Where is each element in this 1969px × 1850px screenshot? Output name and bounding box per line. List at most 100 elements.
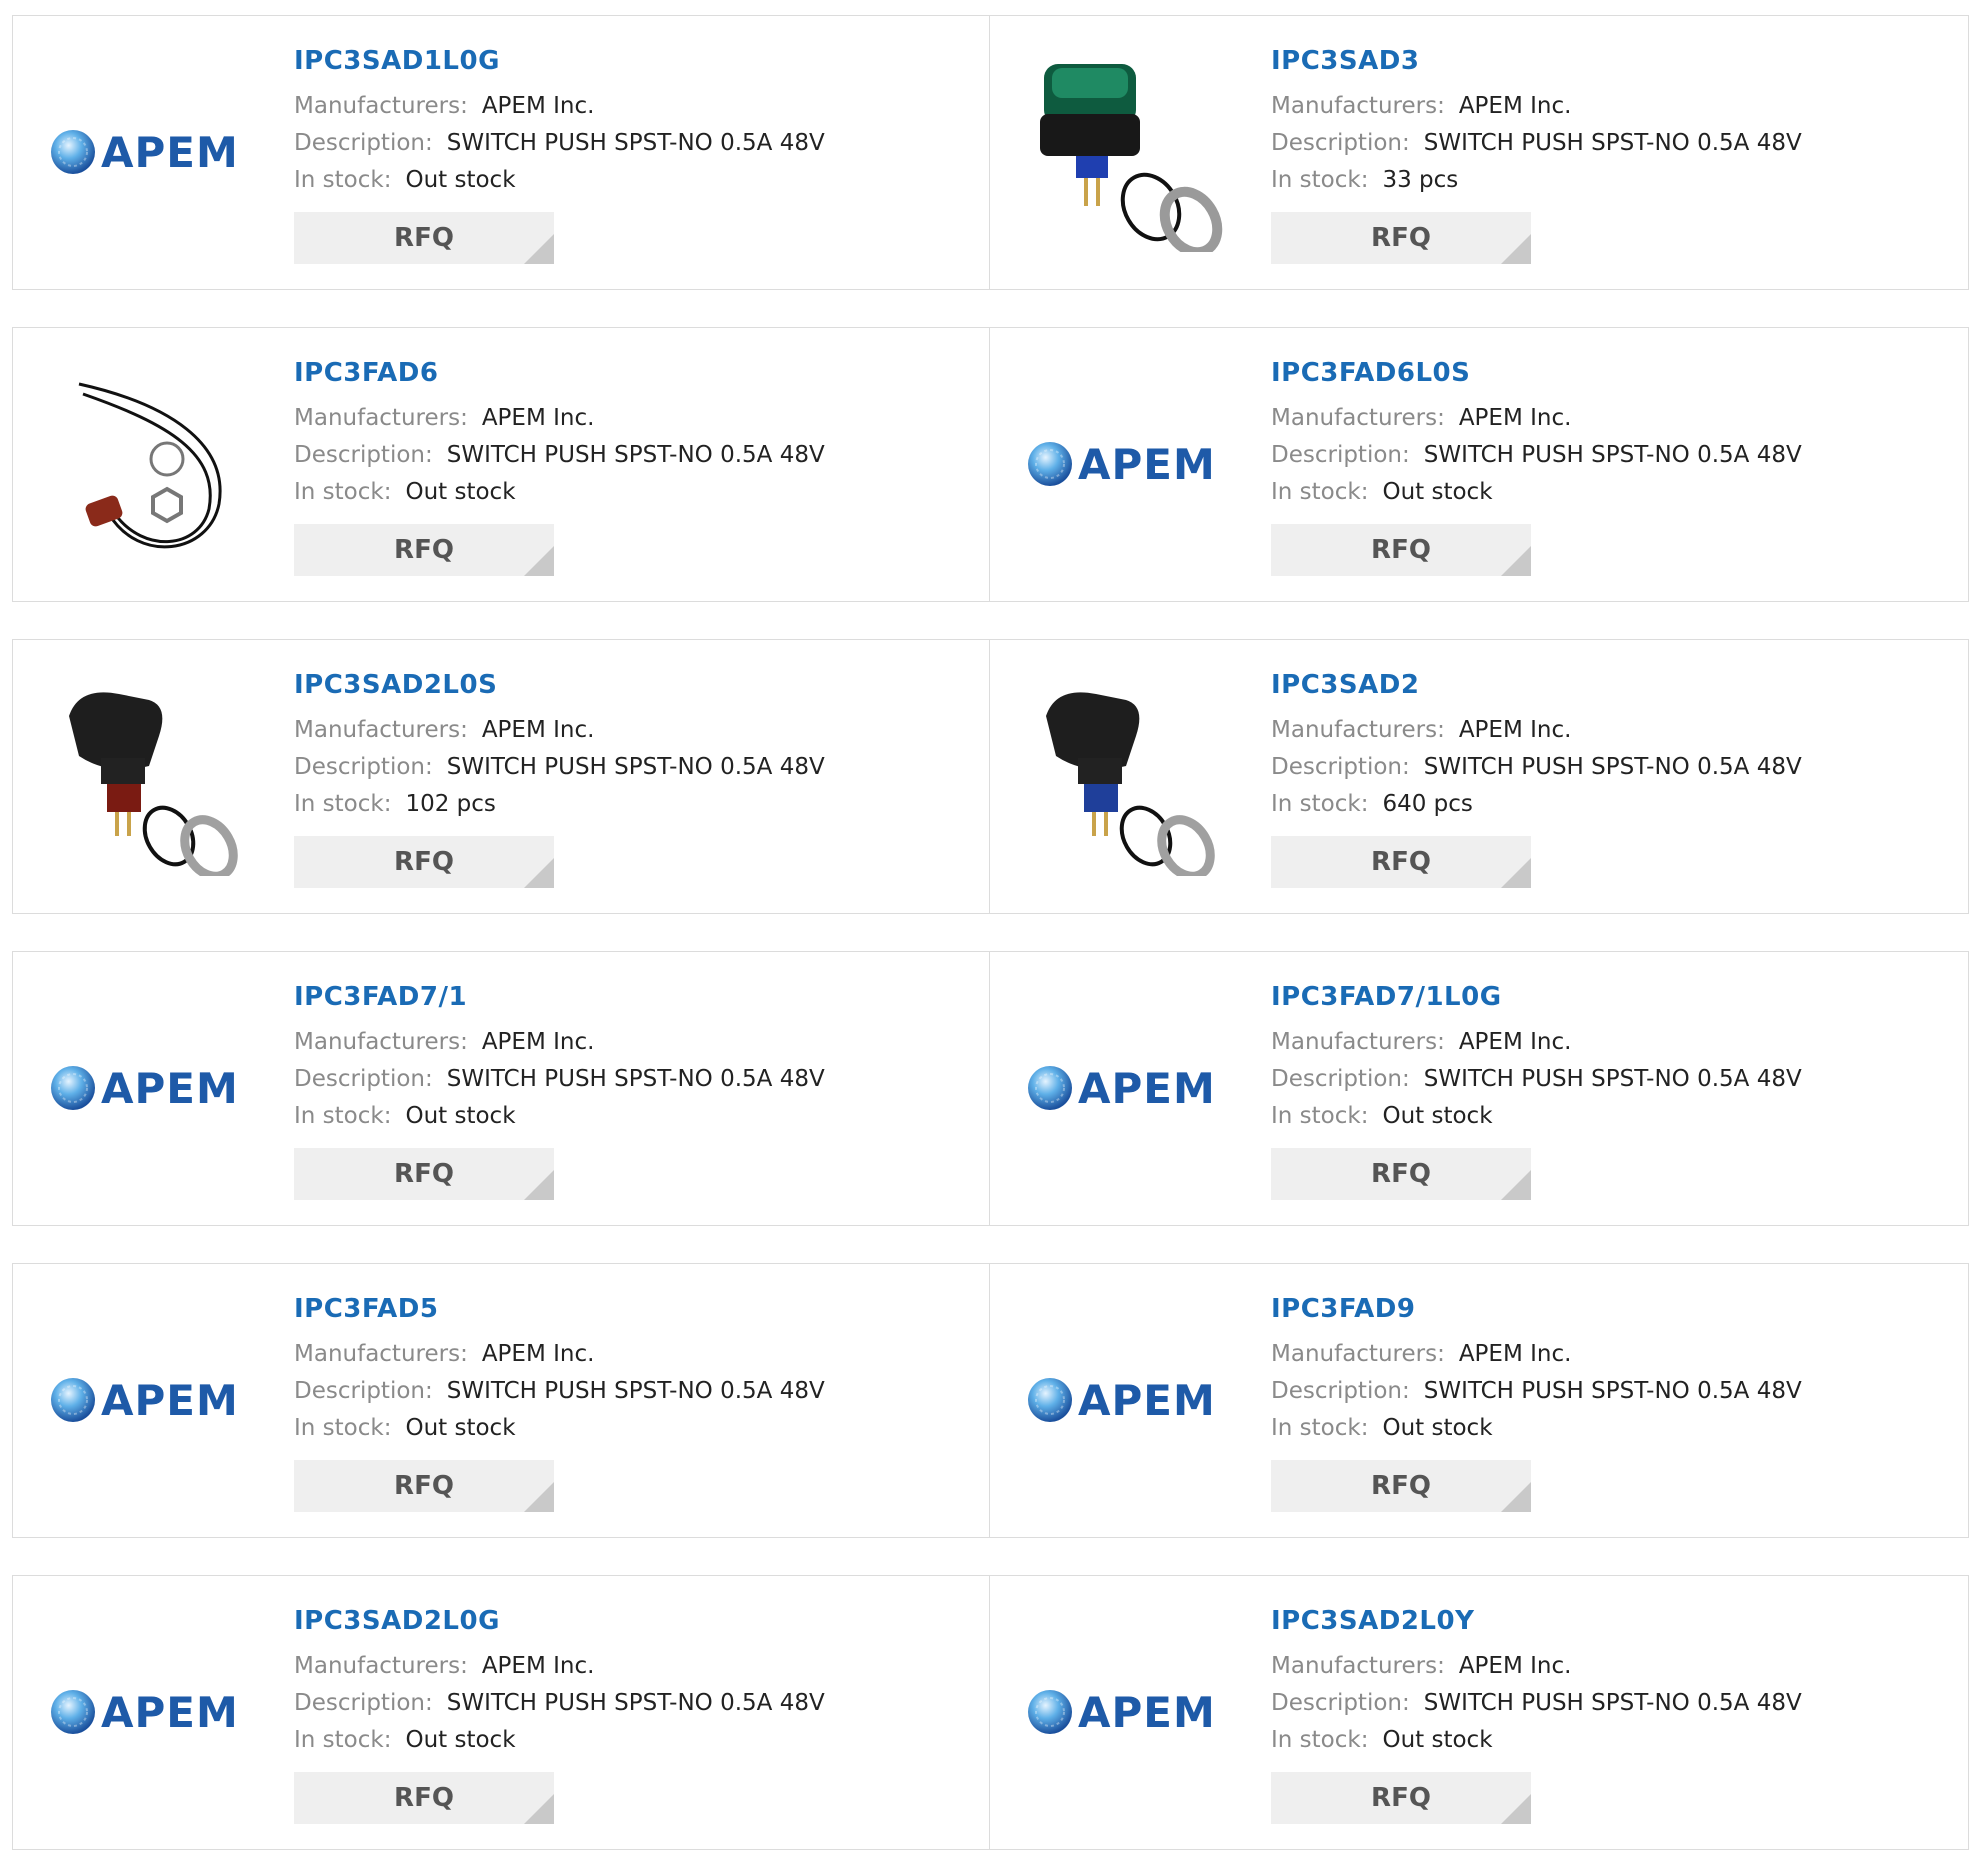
- product-image[interactable]: [49, 364, 249, 564]
- stock-value: Out stock: [405, 1415, 516, 1441]
- product-card: APEM IPC3SAD2L0G Manufacturers: APEM Inc. De…: [12, 1575, 990, 1850]
- rfq-button[interactable]: RFQ: [294, 1460, 554, 1512]
- product-card: IPC3SAD3 Manufacturers: APEM Inc. Descripti…: [990, 15, 1969, 290]
- rfq-label: RFQ: [394, 1471, 454, 1501]
- manufacturer-label: Manufacturers:: [1271, 1341, 1445, 1367]
- svg-text:APEM: APEM: [1078, 1688, 1216, 1737]
- product-info: IPC3FAD9 Manufacturers: APEM Inc. Descripti…: [1271, 1294, 1802, 1512]
- product-card: IPC3FAD6 Manufacturers: APEM Inc. Descripti…: [12, 327, 990, 602]
- product-image[interactable]: [1026, 52, 1226, 252]
- manufacturer-label: Manufacturers:: [294, 1341, 468, 1367]
- stock-row: In stock: Out stock: [294, 1098, 825, 1135]
- part-number-link[interactable]: IPC3SAD2L0G: [294, 1606, 825, 1636]
- product-info: IPC3SAD2L0S Manufacturers: APEM Inc. Descri…: [294, 670, 825, 888]
- rfq-button[interactable]: RFQ: [294, 212, 554, 264]
- svg-text:APEM: APEM: [101, 1688, 239, 1737]
- manufacturer-row: Manufacturers: APEM Inc.: [294, 1024, 825, 1061]
- part-number-link[interactable]: IPC3FAD9: [1271, 1294, 1802, 1324]
- stock-value: Out stock: [405, 1727, 516, 1753]
- stock-value: Out stock: [1382, 479, 1493, 505]
- apem-logo[interactable]: APEM: [1026, 1300, 1226, 1500]
- rfq-button[interactable]: RFQ: [1271, 212, 1531, 264]
- stock-label: In stock:: [294, 1415, 392, 1441]
- description-value: SWITCH PUSH SPST-NO 0.5A 48V: [446, 442, 825, 468]
- description-row: Description: SWITCH PUSH SPST-NO 0.5A 48V: [1271, 1373, 1802, 1410]
- apem-logo[interactable]: APEM: [1026, 988, 1226, 1188]
- product-info: IPC3FAD6 Manufacturers: APEM Inc. Descripti…: [294, 358, 825, 576]
- part-number-link[interactable]: IPC3SAD2: [1271, 670, 1802, 700]
- description-label: Description:: [1271, 442, 1410, 468]
- manufacturer-value: APEM Inc.: [1458, 717, 1572, 743]
- apem-logo[interactable]: APEM: [49, 1300, 249, 1500]
- rfq-button[interactable]: RFQ: [1271, 1460, 1531, 1512]
- manufacturer-label: Manufacturers:: [1271, 1653, 1445, 1679]
- part-number-link[interactable]: IPC3SAD3: [1271, 46, 1802, 76]
- description-value: SWITCH PUSH SPST-NO 0.5A 48V: [1423, 130, 1802, 156]
- stock-value: 33 pcs: [1382, 167, 1459, 193]
- product-card: APEM IPC3FAD6L0S Manufacturers: APEM Inc. De…: [990, 327, 1969, 602]
- description-value: SWITCH PUSH SPST-NO 0.5A 48V: [446, 1378, 825, 1404]
- apem-logo[interactable]: APEM: [1026, 1612, 1226, 1812]
- apem-logo[interactable]: APEM: [49, 1612, 249, 1812]
- rfq-button[interactable]: RFQ: [294, 836, 554, 888]
- product-card: IPC3SAD2 Manufacturers: APEM Inc. Descripti…: [990, 639, 1969, 914]
- description-row: Description: SWITCH PUSH SPST-NO 0.5A 48V: [294, 749, 825, 786]
- apem-logo[interactable]: APEM: [1026, 364, 1226, 564]
- stock-label: In stock:: [1271, 167, 1369, 193]
- manufacturer-label: Manufacturers:: [294, 717, 468, 743]
- part-number-link[interactable]: IPC3FAD6: [294, 358, 825, 388]
- description-label: Description:: [294, 754, 433, 780]
- stock-row: In stock: Out stock: [294, 162, 825, 199]
- product-card: APEM IPC3FAD7/1L0G Manufacturers: APEM Inc.…: [990, 951, 1969, 1226]
- manufacturer-row: Manufacturers: APEM Inc.: [294, 1336, 825, 1373]
- part-number-link[interactable]: IPC3FAD7/1L0G: [1271, 982, 1802, 1012]
- manufacturer-row: Manufacturers: APEM Inc.: [1271, 88, 1802, 125]
- manufacturer-label: Manufacturers:: [294, 93, 468, 119]
- description-row: Description: SWITCH PUSH SPST-NO 0.5A 48V: [1271, 749, 1802, 786]
- product-info: IPC3SAD3 Manufacturers: APEM Inc. Descripti…: [1271, 46, 1802, 264]
- stock-label: In stock:: [294, 1727, 392, 1753]
- manufacturer-value: APEM Inc.: [1458, 405, 1572, 431]
- part-number-link[interactable]: IPC3FAD7/1: [294, 982, 825, 1012]
- apem-logo[interactable]: APEM: [49, 988, 249, 1188]
- rfq-button[interactable]: RFQ: [1271, 1148, 1531, 1200]
- product-info: IPC3FAD6L0S Manufacturers: APEM Inc. Descri…: [1271, 358, 1802, 576]
- description-value: SWITCH PUSH SPST-NO 0.5A 48V: [446, 1066, 825, 1092]
- description-row: Description: SWITCH PUSH SPST-NO 0.5A 48V: [294, 1061, 825, 1098]
- part-number-link[interactable]: IPC3FAD5: [294, 1294, 825, 1324]
- stock-value: Out stock: [405, 167, 516, 193]
- part-number-link[interactable]: IPC3SAD1L0G: [294, 46, 825, 76]
- description-label: Description:: [1271, 1066, 1410, 1092]
- manufacturer-value: APEM Inc.: [1458, 93, 1572, 119]
- rfq-button[interactable]: RFQ: [1271, 1772, 1531, 1824]
- manufacturer-label: Manufacturers:: [1271, 405, 1445, 431]
- corner-triangle-icon: [524, 1482, 554, 1512]
- rfq-button[interactable]: RFQ: [1271, 836, 1531, 888]
- product-image[interactable]: [49, 676, 249, 876]
- stock-value: Out stock: [1382, 1727, 1493, 1753]
- stock-row: In stock: 640 pcs: [1271, 786, 1802, 823]
- description-label: Description:: [1271, 754, 1410, 780]
- stock-label: In stock:: [1271, 1103, 1369, 1129]
- rfq-label: RFQ: [1371, 847, 1431, 877]
- rfq-label: RFQ: [394, 535, 454, 565]
- manufacturer-value: APEM Inc.: [481, 1653, 595, 1679]
- description-label: Description:: [294, 1690, 433, 1716]
- manufacturer-row: Manufacturers: APEM Inc.: [294, 88, 825, 125]
- product-info: IPC3SAD2 Manufacturers: APEM Inc. Descripti…: [1271, 670, 1802, 888]
- apem-logo[interactable]: APEM: [49, 52, 249, 252]
- rfq-label: RFQ: [1371, 535, 1431, 565]
- part-number-link[interactable]: IPC3FAD6L0S: [1271, 358, 1802, 388]
- rfq-button[interactable]: RFQ: [294, 1148, 554, 1200]
- manufacturer-label: Manufacturers:: [1271, 93, 1445, 119]
- corner-triangle-icon: [524, 858, 554, 888]
- rfq-button[interactable]: RFQ: [1271, 524, 1531, 576]
- part-number-link[interactable]: IPC3SAD2L0S: [294, 670, 825, 700]
- rfq-button[interactable]: RFQ: [294, 524, 554, 576]
- product-info: IPC3SAD1L0G Manufacturers: APEM Inc. Descri…: [294, 46, 825, 264]
- part-number-link[interactable]: IPC3SAD2L0Y: [1271, 1606, 1802, 1636]
- rfq-button[interactable]: RFQ: [294, 1772, 554, 1824]
- svg-text:APEM: APEM: [101, 128, 239, 177]
- product-image[interactable]: [1026, 676, 1226, 876]
- manufacturer-row: Manufacturers: APEM Inc.: [294, 1648, 825, 1685]
